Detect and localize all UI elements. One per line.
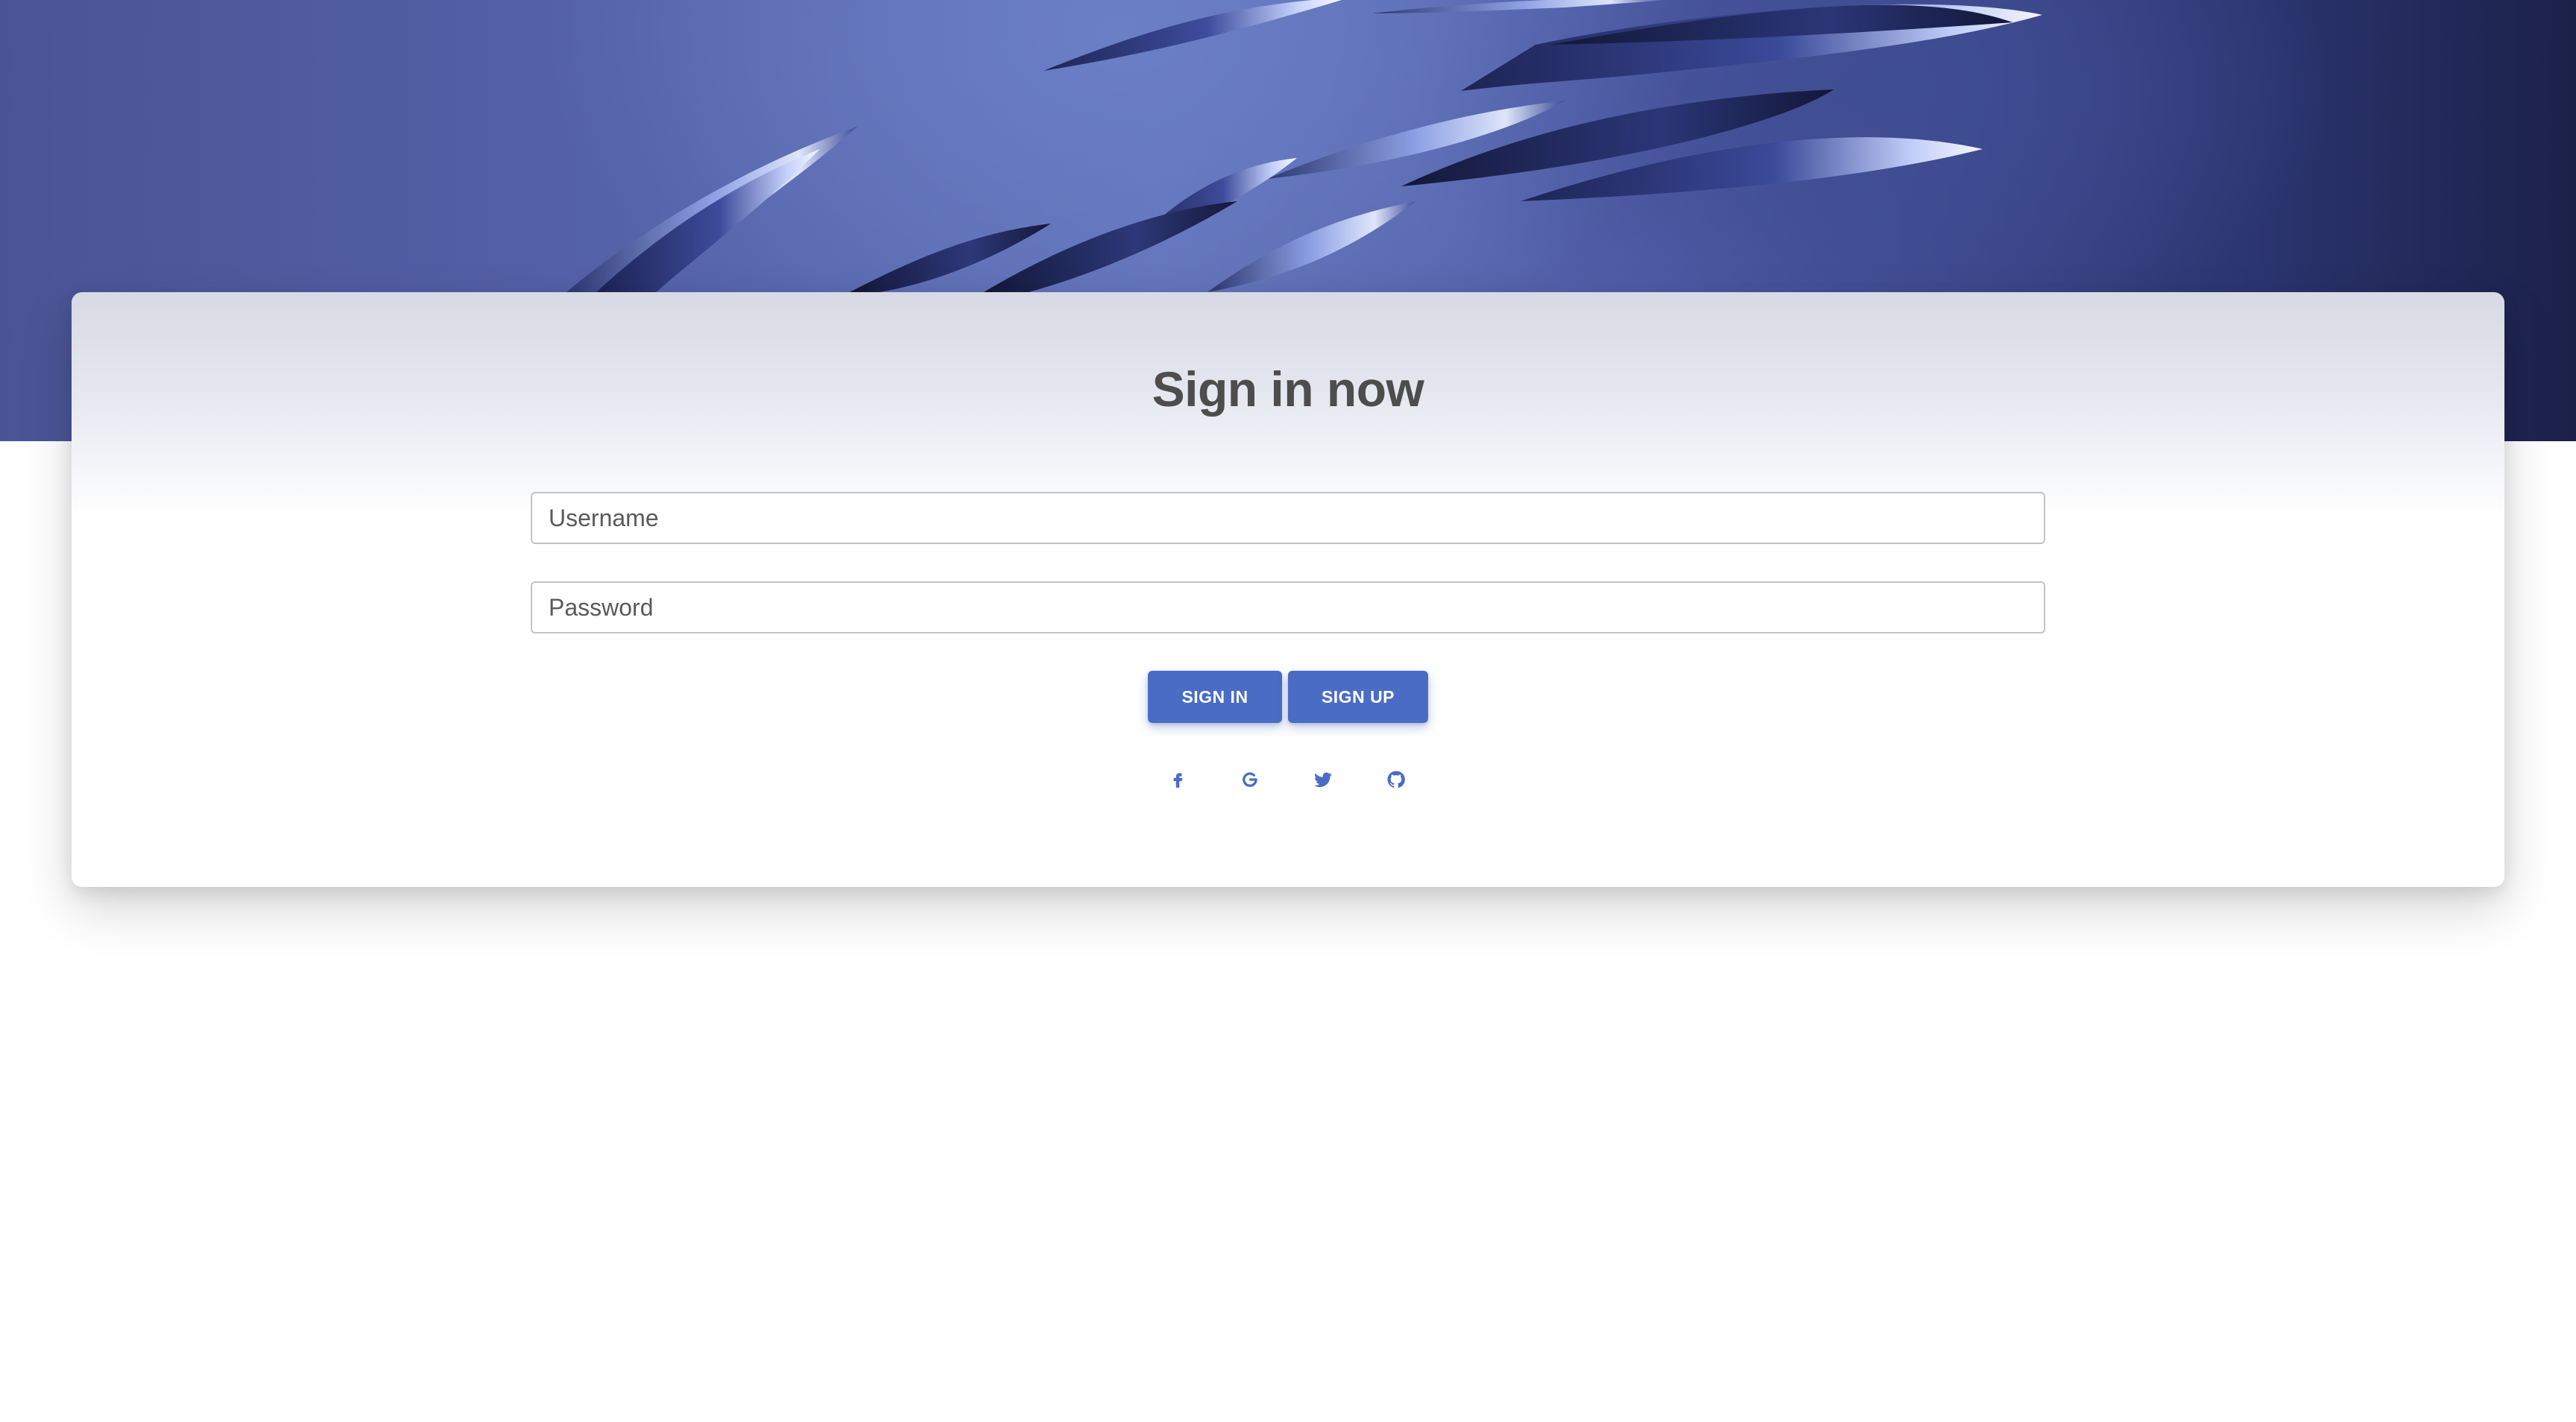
facebook-icon[interactable]	[1158, 760, 1197, 799]
google-icon[interactable]	[1231, 760, 1269, 799]
sign-up-button[interactable]: SIGN UP	[1288, 671, 1428, 723]
twitter-icon[interactable]	[1304, 760, 1342, 799]
sign-in-card: Sign in now SIGN IN SIGN UP	[72, 292, 2504, 887]
password-input[interactable]	[531, 581, 2045, 633]
username-input[interactable]	[531, 492, 2045, 544]
sign-in-button[interactable]: SIGN IN	[1148, 671, 1282, 723]
page-title: Sign in now	[1152, 361, 1424, 417]
github-icon[interactable]	[1377, 760, 1415, 799]
